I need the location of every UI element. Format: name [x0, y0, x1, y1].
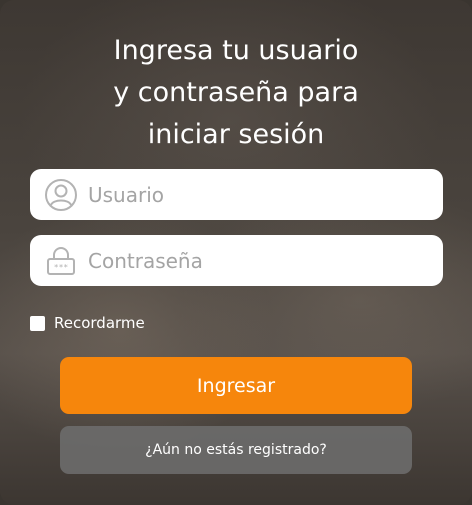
username-input[interactable] — [88, 169, 428, 220]
login-button[interactable]: Ingresar — [60, 357, 412, 414]
register-link-button[interactable]: ¿Aún no estás registrado? — [60, 426, 412, 474]
login-title: Ingresa tu usuario y contraseña para ini… — [36, 30, 436, 156]
svg-text:***: *** — [54, 263, 69, 272]
password-field[interactable]: *** — [30, 235, 443, 286]
username-field[interactable] — [30, 169, 443, 220]
title-line-1: Ingresa tu usuario — [113, 35, 359, 66]
remember-label: Recordarme — [54, 314, 145, 332]
title-line-2: y contraseña para — [113, 77, 359, 108]
user-circle-icon — [44, 178, 78, 212]
login-panel: Ingresa tu usuario y contraseña para ini… — [0, 0, 472, 505]
padlock-icon: *** — [44, 244, 78, 278]
remember-checkbox[interactable] — [30, 315, 45, 331]
title-line-3: iniciar sesión — [147, 119, 325, 150]
remember-me[interactable]: Recordarme — [30, 313, 145, 333]
password-input[interactable] — [88, 235, 428, 286]
